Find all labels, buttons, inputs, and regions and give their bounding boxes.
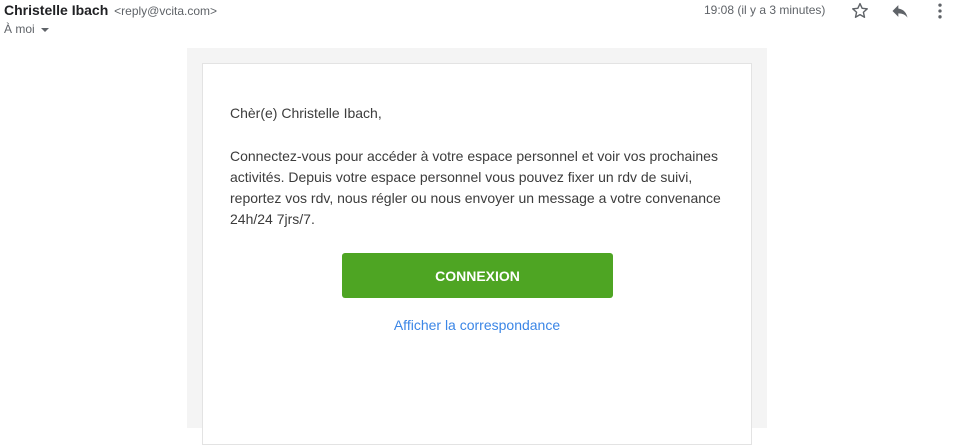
- star-outline-icon: [852, 2, 868, 18]
- recipient-label: À moi: [4, 22, 35, 36]
- timestamp: 19:08 (il y a 3 minutes): [704, 3, 826, 17]
- recipient-dropdown[interactable]: À moi: [4, 22, 49, 36]
- email-body-wrapper: Chèr(e) Christelle Ibach, Connectez-vous…: [187, 48, 767, 445]
- sender-line: Christelle Ibach <reply@vcita.com>: [4, 2, 217, 18]
- more-options-button[interactable]: [929, 0, 951, 22]
- sender-email: <reply@vcita.com>: [114, 4, 218, 18]
- message-body: Connectez-vous pour accéder à votre espa…: [230, 148, 721, 227]
- caret-down-icon: [40, 27, 49, 32]
- star-button[interactable]: [849, 0, 871, 22]
- sender-name[interactable]: Christelle Ibach: [4, 2, 108, 18]
- greeting: Chèr(e) Christelle Ibach,: [230, 105, 382, 121]
- reply-button[interactable]: [889, 0, 911, 22]
- email-header: Christelle Ibach <reply@vcita.com> À moi…: [0, 0, 965, 46]
- connexion-button[interactable]: CONNEXION: [342, 253, 613, 298]
- reply-icon: [892, 5, 908, 18]
- more-vertical-icon: [938, 3, 942, 19]
- view-correspondence-link[interactable]: Afficher la correspondance: [203, 317, 751, 333]
- email-card: Chèr(e) Christelle Ibach, Connectez-vous…: [202, 63, 752, 445]
